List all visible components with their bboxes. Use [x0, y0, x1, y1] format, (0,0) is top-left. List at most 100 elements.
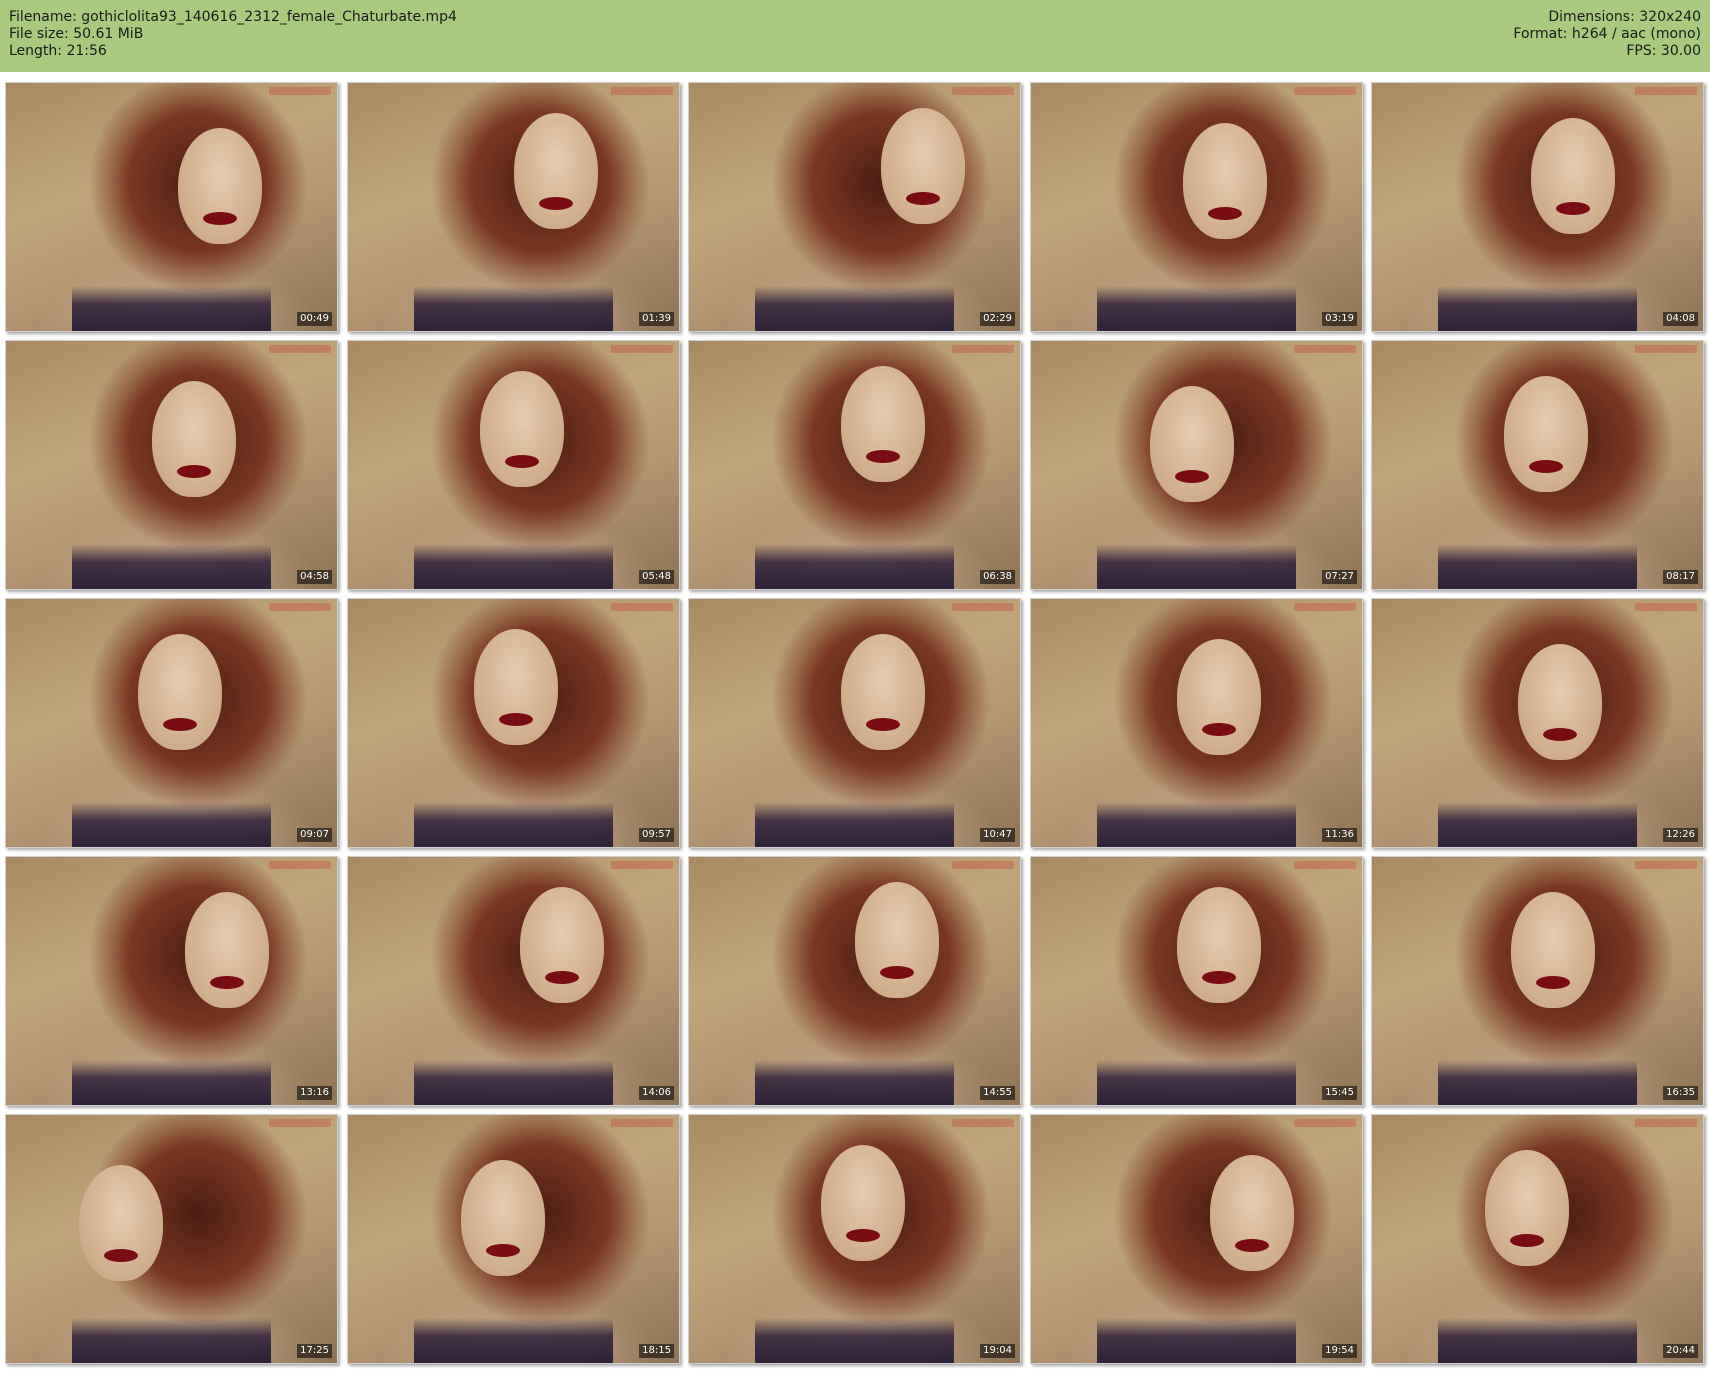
frame-face	[473, 628, 558, 745]
thumbnail-frame: 09:07	[5, 598, 338, 848]
thumbnail-frame: 14:55	[688, 856, 1021, 1106]
frame-lips	[209, 975, 244, 989]
thumbnail-frame: 12:26	[1371, 598, 1704, 848]
frame-face	[184, 891, 269, 1008]
thumbnail-frame: 02:29	[688, 82, 1021, 332]
thumbnail-frame: 15:45	[1030, 856, 1363, 1106]
frame-garment	[1097, 1060, 1296, 1105]
frame-lips	[505, 454, 540, 468]
format-text: Format: h264 / aac (mono)	[1513, 26, 1701, 42]
watermark-mark	[611, 345, 673, 353]
timestamp-label: 00:49	[297, 312, 332, 326]
fps-text: FPS: 30.00	[1626, 43, 1701, 59]
thumbnail-frame: 13:16	[5, 856, 338, 1106]
watermark-mark	[1294, 603, 1356, 611]
video-info: Dimensions: 320x240 Format: h264 / aac (…	[1513, 9, 1701, 60]
frame-garment	[1097, 802, 1296, 847]
watermark-mark	[1635, 861, 1697, 869]
timestamp-label: 13:16	[297, 1086, 332, 1100]
thumbnail-frame: 01:39	[347, 82, 680, 332]
frame-lips	[1201, 722, 1236, 736]
frame-lips	[1234, 1238, 1269, 1252]
dimensions-text: Dimensions: 320x240	[1548, 9, 1701, 25]
timestamp-label: 16:35	[1663, 1086, 1698, 1100]
frame-garment	[72, 544, 271, 589]
frame-lips	[498, 712, 533, 726]
frame-garment	[1097, 286, 1296, 331]
watermark-mark	[952, 861, 1014, 869]
frame-garment	[1438, 802, 1637, 847]
frame-face	[513, 112, 598, 229]
thumbnail-frame: 08:17	[1371, 340, 1704, 590]
frame-garment	[755, 286, 954, 331]
thumbnail-frame: 05:48	[347, 340, 680, 590]
watermark-mark	[611, 603, 673, 611]
thumbnail-frame: 07:27	[1030, 340, 1363, 590]
timestamp-label: 19:54	[1322, 1344, 1357, 1358]
frame-lips	[163, 717, 198, 731]
frame-face	[1183, 122, 1268, 239]
watermark-mark	[1635, 603, 1697, 611]
frame-lips	[203, 211, 238, 225]
timestamp-label: 17:25	[297, 1344, 332, 1358]
frame-face	[151, 380, 236, 497]
timestamp-label: 15:45	[1322, 1086, 1357, 1100]
frame-lips	[103, 1248, 138, 1262]
thumbnail-frame: 19:04	[688, 1114, 1021, 1364]
watermark-mark	[269, 345, 331, 353]
frame-face	[138, 633, 223, 750]
frame-garment	[1438, 544, 1637, 589]
frame-face	[178, 127, 263, 244]
timestamp-label: 06:38	[980, 570, 1015, 584]
watermark-mark	[611, 861, 673, 869]
frame-lips	[485, 1243, 520, 1257]
watermark-mark	[952, 345, 1014, 353]
frame-lips	[538, 196, 573, 210]
watermark-mark	[1294, 87, 1356, 95]
frame-garment	[1097, 544, 1296, 589]
frame-lips	[1208, 206, 1243, 220]
frame-garment	[414, 286, 613, 331]
frame-lips	[905, 191, 940, 205]
frame-lips	[1542, 727, 1577, 741]
frame-lips	[846, 1228, 881, 1242]
frame-face	[880, 107, 965, 224]
timestamp-label: 19:04	[980, 1344, 1015, 1358]
thumbnail-frame: 04:08	[1371, 82, 1704, 332]
timestamp-label: 10:47	[980, 828, 1015, 842]
frame-garment	[72, 802, 271, 847]
thumbnail-frame: 16:35	[1371, 856, 1704, 1106]
thumbnail-frame: 20:44	[1371, 1114, 1704, 1364]
frame-garment	[72, 1318, 271, 1363]
timestamp-label: 07:27	[1322, 570, 1357, 584]
thumbnail-frame: 17:25	[5, 1114, 338, 1364]
watermark-mark	[1294, 861, 1356, 869]
frame-garment	[1438, 1060, 1637, 1105]
watermark-mark	[1294, 345, 1356, 353]
frame-face	[841, 633, 926, 750]
watermark-mark	[1294, 1119, 1356, 1127]
frame-face	[821, 1144, 906, 1261]
watermark-mark	[952, 87, 1014, 95]
frame-garment	[755, 1318, 954, 1363]
thumbnail-frame: 03:19	[1030, 82, 1363, 332]
watermark-mark	[1635, 345, 1697, 353]
frame-garment	[414, 544, 613, 589]
frame-garment	[414, 802, 613, 847]
frame-garment	[1097, 1318, 1296, 1363]
frame-garment	[755, 1060, 954, 1105]
timestamp-label: 03:19	[1322, 312, 1357, 326]
watermark-mark	[269, 87, 331, 95]
timestamp-label: 09:07	[297, 828, 332, 842]
watermark-mark	[1635, 87, 1697, 95]
thumbnail-frame: 09:57	[347, 598, 680, 848]
frame-face	[1150, 385, 1235, 502]
frame-face	[460, 1159, 545, 1276]
frame-garment	[1438, 1318, 1637, 1363]
frame-face	[854, 881, 939, 998]
frame-face	[1504, 375, 1589, 492]
frame-garment	[414, 1060, 613, 1105]
timestamp-label: 05:48	[639, 570, 674, 584]
frame-face	[1176, 638, 1261, 755]
frame-lips	[866, 449, 901, 463]
